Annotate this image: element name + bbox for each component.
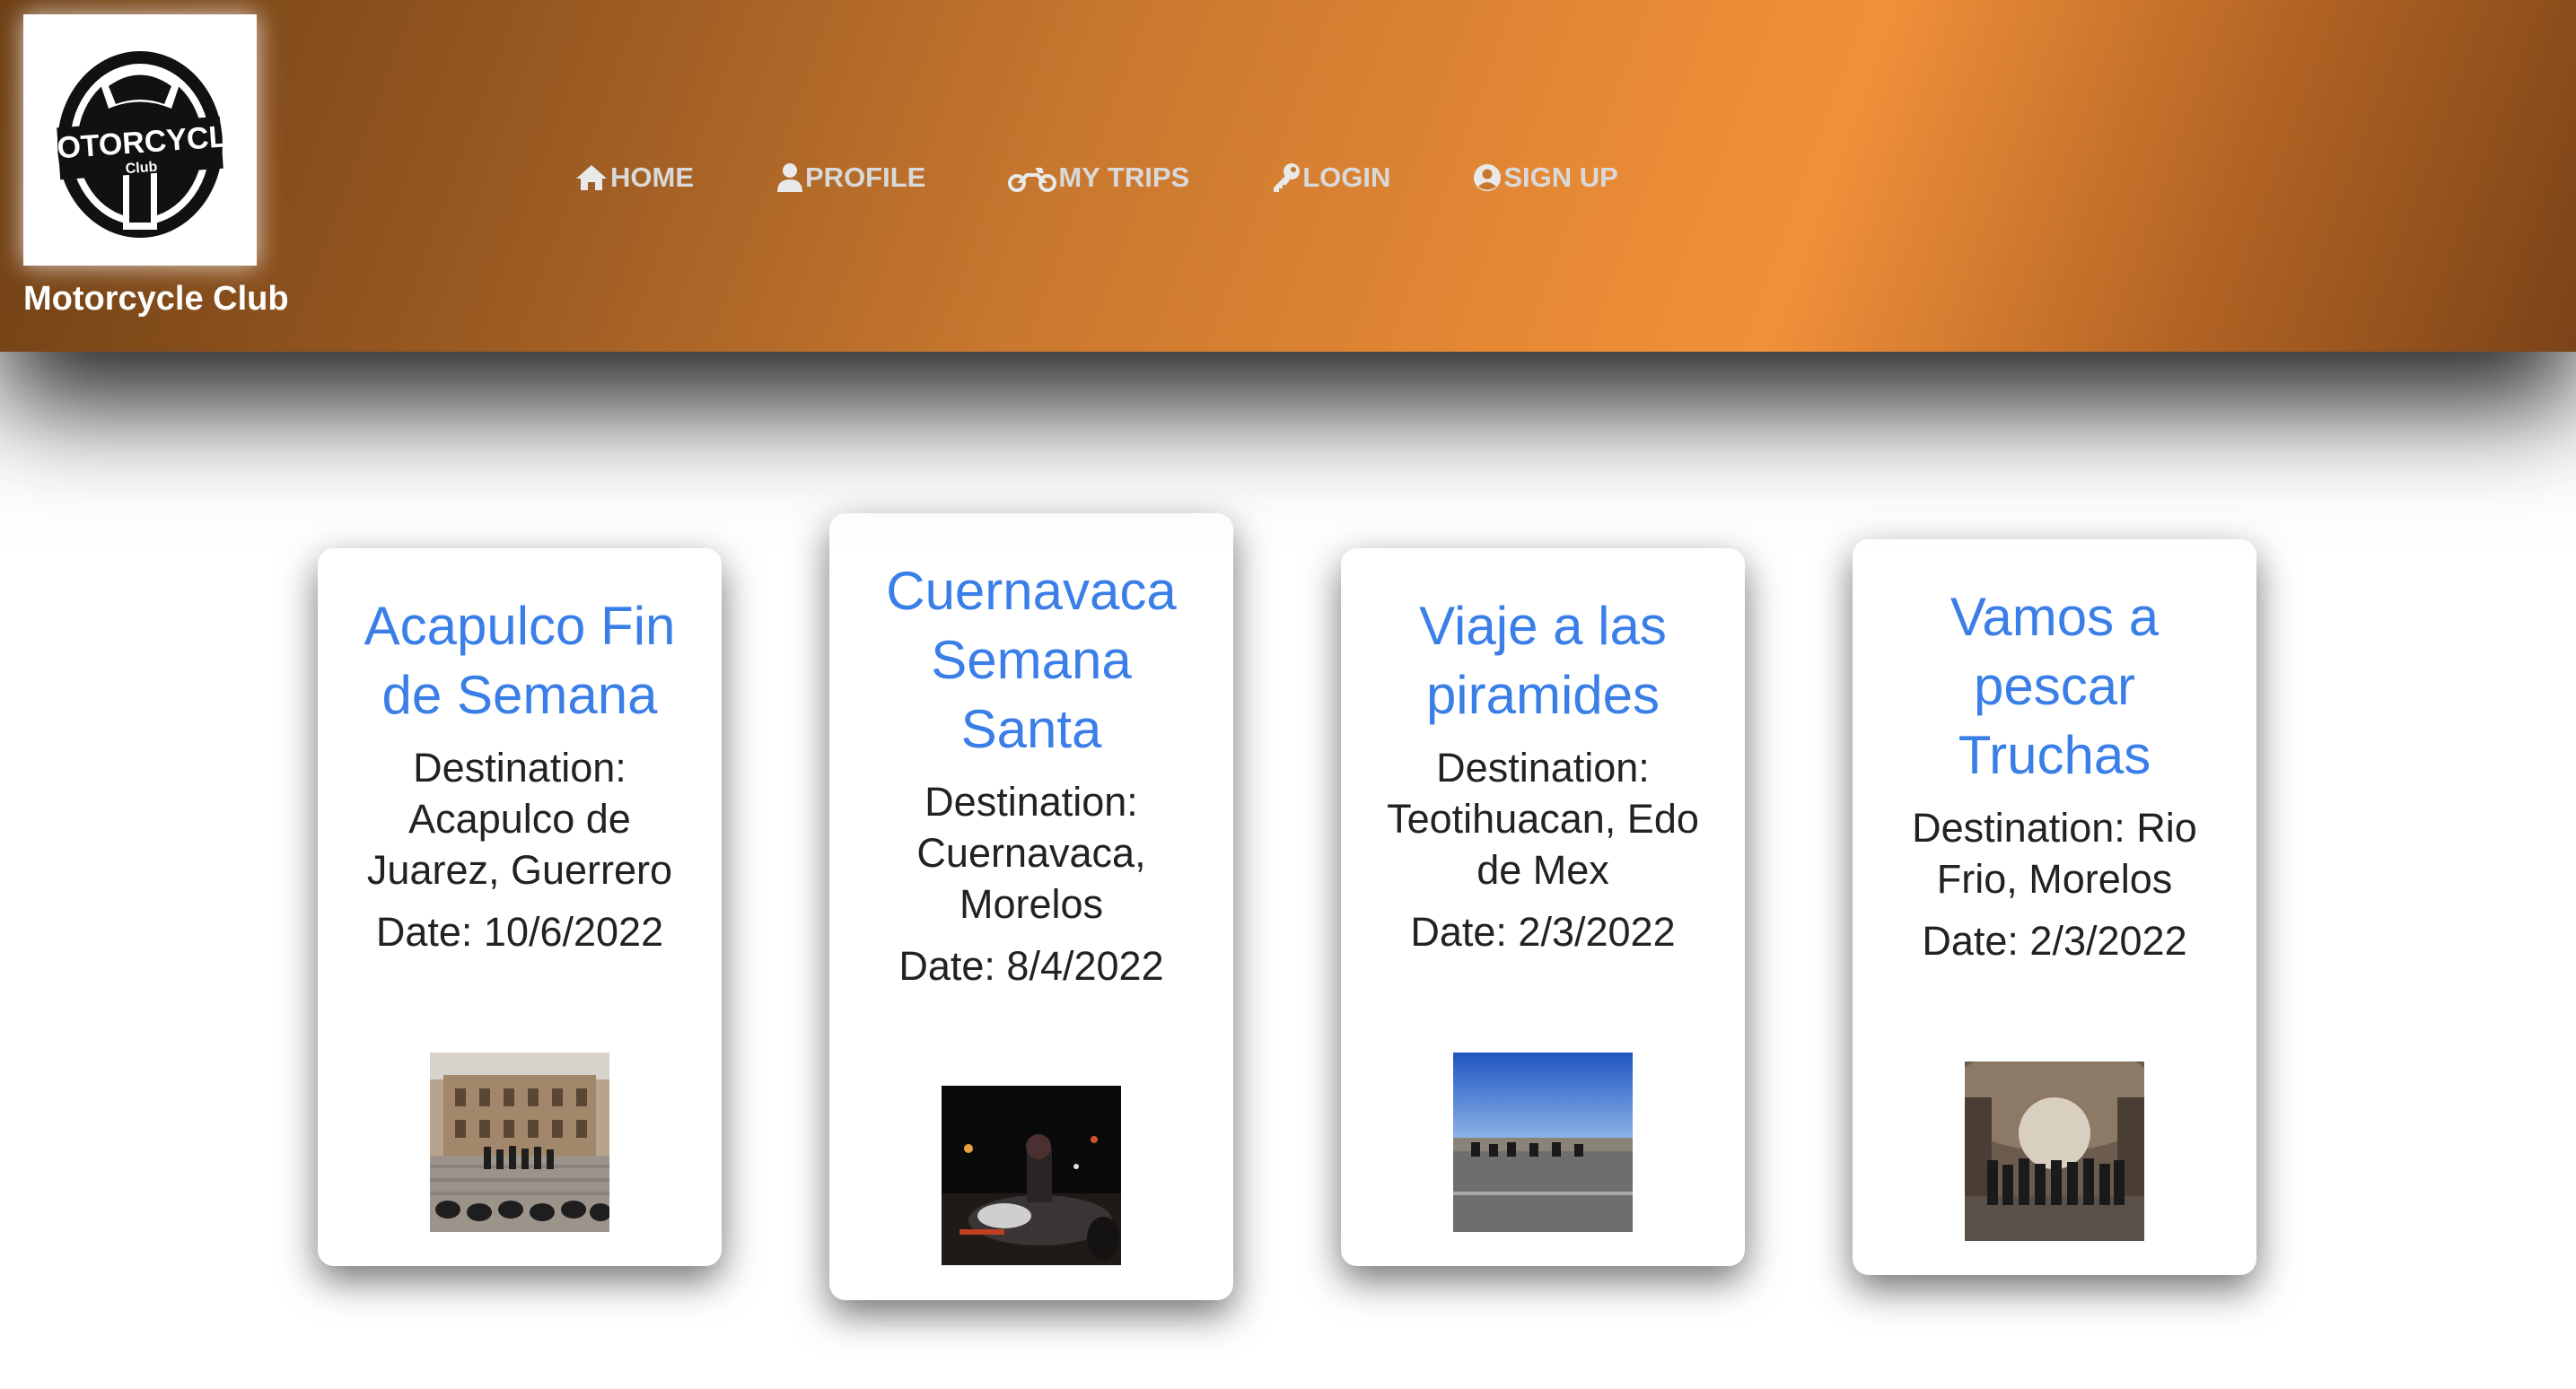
- trip-card[interactable]: Cuernavaca Semana Santa Destination: Cue…: [829, 513, 1233, 1300]
- trip-destination: Destination: Rio Frio, Morelos: [1912, 805, 2197, 902]
- trip-photo[interactable]: [1453, 1053, 1633, 1232]
- trip-card[interactable]: Acapulco Fin de Semana Destination: Acap…: [318, 548, 722, 1266]
- nav-home-label: HOME: [610, 162, 694, 193]
- nav-sign-up-label: SIGN UP: [1503, 162, 1618, 193]
- group-at-stone-building-photo: [430, 1053, 609, 1232]
- motorcycle-club-logo[interactable]: MOTORCYCLE Club: [23, 14, 257, 266]
- trip-destination: Destination: Acapulco de Juarez, Guerrer…: [366, 745, 673, 893]
- trip-photo[interactable]: [1965, 1061, 2144, 1241]
- home-icon: [576, 165, 607, 190]
- trip-title[interactable]: Vamos a pescar Truchas: [1884, 582, 2225, 790]
- trip-date: Date: 10/6/2022: [375, 909, 664, 955]
- group-in-tunnel-photo: [1965, 1061, 2144, 1241]
- trips-section: Acapulco Fin de Semana Destination: Acap…: [0, 352, 2576, 1389]
- user-circle-icon: [1474, 164, 1502, 191]
- nav-my-trips-label: MY TRIPS: [1058, 162, 1190, 193]
- trip-date: Date: 2/3/2022: [1922, 918, 2187, 964]
- brand-name[interactable]: Motorcycle Club: [23, 280, 289, 319]
- nav-profile[interactable]: PROFILE: [776, 162, 925, 194]
- trip-photo[interactable]: [942, 1086, 1121, 1265]
- road-blue-sky-photo: [1453, 1053, 1633, 1232]
- trip-card[interactable]: Viaje a las piramides Destination: Teoti…: [1341, 548, 1745, 1266]
- nav-login-label: LOGIN: [1302, 162, 1391, 193]
- trip-date: Date: 8/4/2022: [898, 943, 1164, 989]
- user-icon: [777, 163, 802, 192]
- nav-login[interactable]: LOGIN: [1272, 162, 1390, 194]
- nav-profile-label: PROFILE: [805, 162, 926, 193]
- trip-destination: Destination: Cuernavaca, Morelos: [916, 779, 1146, 927]
- key-icon: [1274, 163, 1301, 192]
- logo-sub-text: Club: [125, 160, 158, 177]
- trip-card[interactable]: Vamos a pescar Truchas Destination: Rio …: [1853, 539, 2256, 1275]
- nav-my-trips[interactable]: MY TRIPS: [1008, 162, 1189, 194]
- trip-title[interactable]: Acapulco Fin de Semana: [349, 591, 690, 729]
- main-nav: HOME PROFILE MY TRIPS LOGIN SIGN UP: [574, 154, 1701, 201]
- motorcycle-icon: [1008, 168, 1057, 192]
- trip-date: Date: 2/3/2022: [1410, 909, 1676, 955]
- night-rider-photo: [942, 1086, 1121, 1265]
- nav-home[interactable]: HOME: [574, 162, 694, 194]
- trip-photo[interactable]: [430, 1053, 609, 1232]
- trip-title[interactable]: Cuernavaca Semana Santa: [861, 556, 1202, 764]
- motorcycle-club-logo-icon: MOTORCYCLE Club: [46, 51, 234, 238]
- trip-title[interactable]: Viaje a las piramides: [1372, 591, 1713, 729]
- trip-destination: Destination: Teotihuacan, Edo de Mex: [1387, 745, 1699, 893]
- site-header: MOTORCYCLE Club Motorcycle Club HOME PRO…: [0, 0, 2576, 352]
- nav-sign-up[interactable]: SIGN UP: [1473, 162, 1618, 194]
